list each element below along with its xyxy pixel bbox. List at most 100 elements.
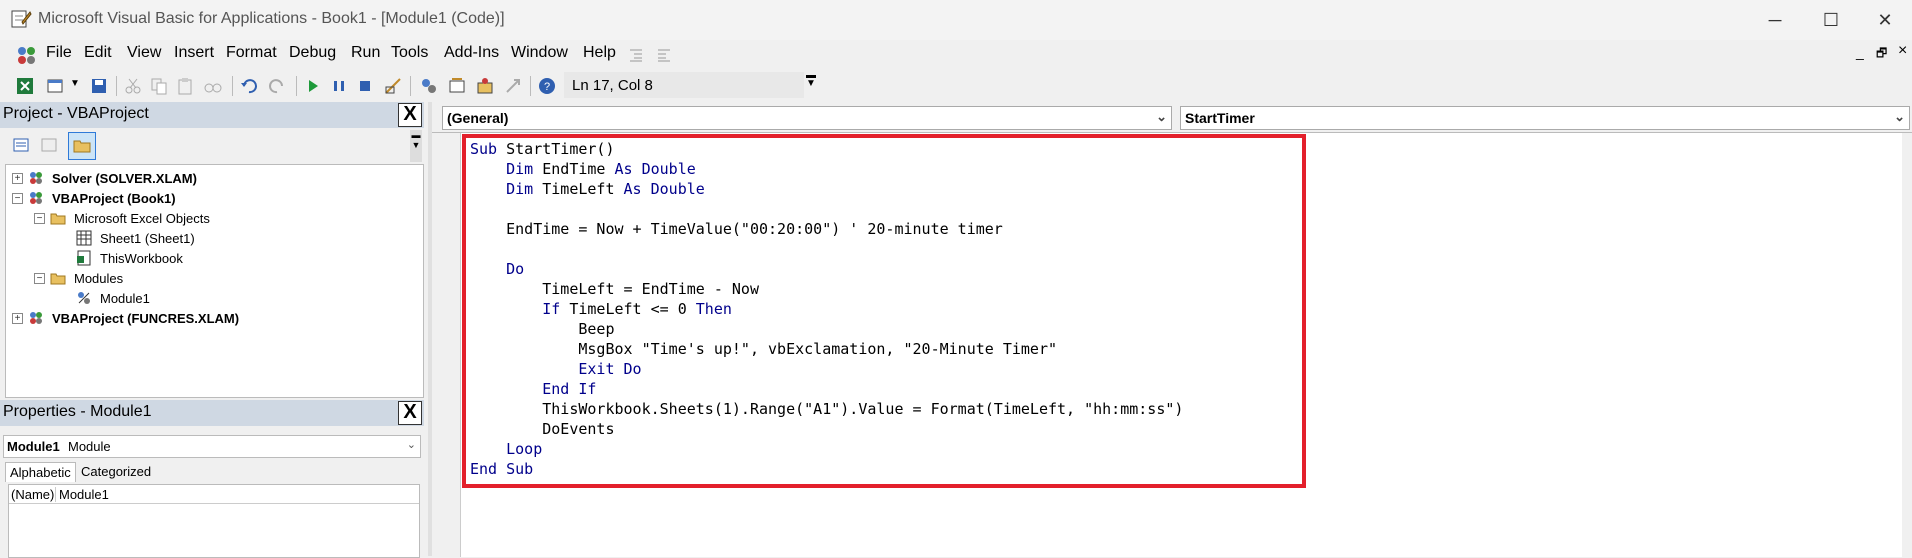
tree-expander[interactable]: − [34, 273, 45, 284]
chevron-down-icon: ⌄ [406, 439, 416, 451]
help-icon[interactable]: ? [538, 77, 556, 95]
tree-expander[interactable]: − [12, 193, 23, 204]
chevron-down-icon: ⌄ [1156, 109, 1167, 124]
undo-icon[interactable] [240, 77, 258, 95]
vba-menu-icon[interactable] [16, 44, 38, 66]
toolbox-icon[interactable] [504, 77, 522, 95]
property-row[interactable]: (Name) Module1 [9, 485, 419, 504]
mdi-restore-button[interactable]: 🗗 [1876, 44, 1887, 65]
object-selector[interactable]: Module1 Module ⌄ [3, 435, 421, 458]
menu-file[interactable]: File [46, 44, 72, 62]
tree-item-label: VBAProject (Book1) [52, 191, 176, 206]
folder-icon [50, 273, 66, 285]
properties-close-button[interactable]: X [398, 401, 422, 425]
menu-window[interactable]: Window [511, 44, 568, 62]
menu-view[interactable]: View [127, 44, 161, 62]
paste-icon[interactable] [176, 77, 194, 95]
toolbar-overflow-icon[interactable]: ▬ ▼ [806, 71, 816, 89]
folder-icon [73, 140, 91, 153]
properties-header: Properties - Module1 X [0, 400, 424, 426]
folder-icon [50, 213, 66, 225]
maximize-button[interactable]: ☐ [1808, 6, 1854, 34]
menu-edit[interactable]: Edit [84, 44, 112, 62]
menu-run[interactable]: Run [351, 44, 380, 62]
view-code-icon[interactable] [12, 136, 30, 154]
vba-app-icon [11, 10, 32, 28]
insert-module-icon[interactable] [46, 77, 64, 95]
menu-add-ins[interactable]: Add-Ins [444, 44, 499, 62]
properties-window-icon[interactable] [448, 77, 466, 95]
tree-item-label: VBAProject (FUNCRES.XLAM) [52, 311, 240, 326]
insert-dropdown-icon[interactable]: ▼ [70, 78, 80, 89]
tree-item-sheet1[interactable]: Sheet1 (Sheet1) [6, 229, 406, 249]
redo-icon[interactable] [268, 77, 286, 95]
project-close-button[interactable]: X [398, 103, 422, 127]
object-name: Module1 [7, 439, 60, 454]
tree-item-book1[interactable]: − VBAProject (Book1) [6, 189, 406, 209]
property-value[interactable]: Module1 [59, 487, 109, 502]
tree-item-label: Solver (SOLVER.XLAM) [52, 171, 197, 186]
project-header: Project - VBAProject X [0, 102, 424, 128]
tree-item-thisworkbook[interactable]: ThisWorkbook [6, 249, 406, 269]
menu-bar: File Edit View Insert Format Debug Run T… [0, 40, 1912, 70]
tree-item-solver[interactable]: + Solver (SOLVER.XLAM) [6, 169, 406, 189]
tab-alphabetic[interactable]: Alphabetic [5, 462, 76, 482]
tree-item-label: Sheet1 (Sheet1) [100, 231, 195, 246]
title-bar: Microsoft Visual Basic for Applications … [0, 0, 1912, 40]
margin-indicator-bar[interactable] [432, 133, 461, 557]
save-icon[interactable] [90, 77, 108, 95]
vba-project-icon [30, 312, 42, 324]
copy-icon[interactable] [150, 77, 168, 95]
tree-item-funcres[interactable]: + VBAProject (FUNCRES.XLAM) [6, 309, 406, 329]
module-icon [78, 292, 90, 304]
mdi-close-button[interactable]: × [1898, 42, 1907, 60]
menu-tools[interactable]: Tools [391, 44, 428, 62]
properties-window: Properties - Module1 X Module1 Module ⌄ … [0, 400, 424, 558]
project-explorer-icon[interactable] [420, 77, 438, 95]
property-name: (Name) [11, 487, 56, 502]
highlight-box [462, 134, 1306, 488]
find-icon[interactable] [204, 77, 222, 95]
object-browser-icon[interactable] [476, 77, 494, 95]
procedure-combo[interactable]: StartTimer ⌄ [1180, 106, 1910, 130]
tree-expander[interactable]: − [34, 213, 45, 224]
outdent-icon[interactable] [656, 47, 672, 63]
design-mode-icon[interactable] [384, 77, 402, 95]
view-object-icon[interactable] [40, 136, 58, 154]
project-explorer: Project - VBAProject X ▬ ▼ + Solver (SOLV… [0, 102, 424, 398]
object-combo[interactable]: (General) ⌄ [442, 106, 1172, 130]
procedure-combo-value: StartTimer [1185, 110, 1255, 126]
properties-grid: (Name) Module1 [8, 484, 420, 558]
run-icon[interactable] [304, 77, 322, 95]
reset-icon[interactable] [356, 77, 374, 95]
view-excel-icon[interactable] [16, 77, 34, 95]
standard-toolbar: ▼ ? Ln 17, Col 8 ▬ ▼ [0, 70, 816, 102]
minimize-button[interactable]: ─ [1752, 6, 1798, 34]
tree-expander[interactable]: + [12, 173, 23, 184]
tree-item-module1[interactable]: Module1 [6, 289, 406, 309]
vba-project-icon [30, 192, 42, 204]
project-title: Project - VBAProject [3, 105, 149, 122]
tree-expander[interactable]: + [12, 313, 23, 324]
project-scroll-handle[interactable]: ▬ ▼ [410, 130, 422, 162]
code-vertical-scrollbar[interactable] [1902, 133, 1912, 557]
svg-text:?: ? [544, 81, 550, 93]
menu-format[interactable]: Format [226, 44, 277, 62]
tree-item-label: Module1 [100, 291, 150, 306]
menu-insert[interactable]: Insert [174, 44, 214, 62]
tree-item-modules[interactable]: − Modules [6, 269, 406, 289]
menu-debug[interactable]: Debug [289, 44, 336, 62]
toggle-folders-button[interactable] [68, 132, 96, 160]
tab-categorized[interactable]: Categorized [77, 462, 155, 481]
mdi-minimize-button[interactable]: _ [1856, 44, 1864, 60]
indent-icon[interactable] [628, 47, 644, 63]
cut-icon[interactable] [124, 77, 142, 95]
tree-item-label: Modules [74, 271, 124, 286]
close-button[interactable]: ✕ [1862, 6, 1908, 34]
menu-help[interactable]: Help [583, 44, 616, 62]
properties-tabs: Alphabetic Categorized [3, 460, 419, 482]
tree-item-excel-objects[interactable]: − Microsoft Excel Objects [6, 209, 406, 229]
properties-title: Properties - Module1 [3, 403, 152, 420]
tree-item-label: ThisWorkbook [100, 251, 183, 266]
break-icon[interactable] [330, 77, 348, 95]
